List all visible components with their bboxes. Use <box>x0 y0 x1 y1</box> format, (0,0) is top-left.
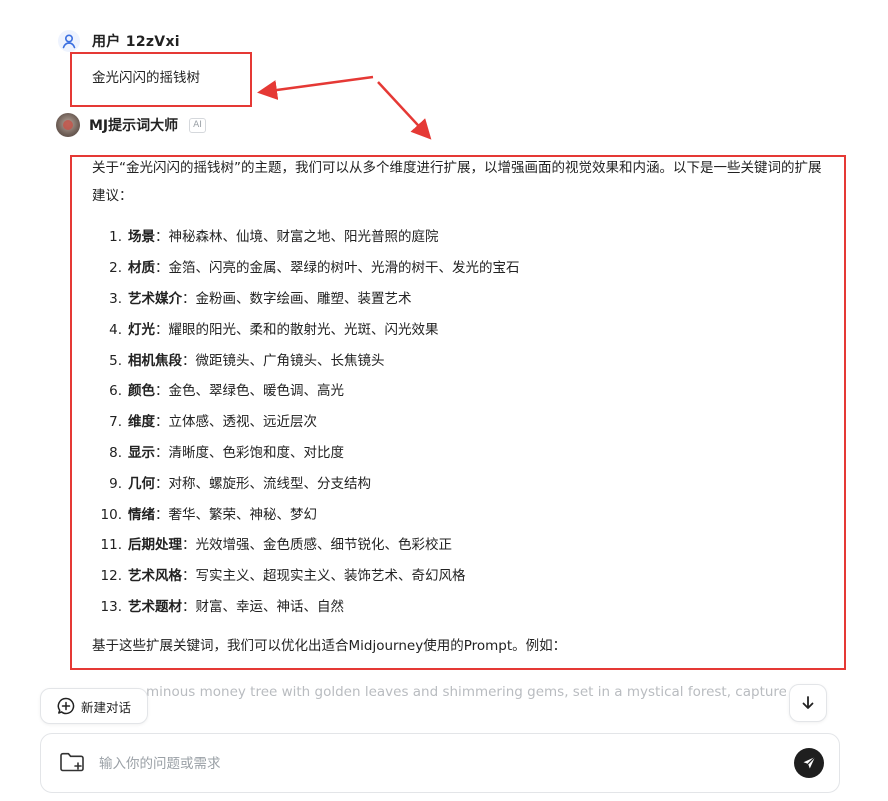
new-chat-label: 新建对话 <box>80 699 131 715</box>
arrow-to-bot-answer <box>377 81 432 140</box>
highlight-bot-answer <box>70 155 846 670</box>
bot-message-header: MJ提示词大师 AI <box>56 113 206 137</box>
person-icon <box>58 30 80 52</box>
highlight-user-message <box>70 52 252 107</box>
arrow-down-icon <box>802 696 814 709</box>
send-icon <box>803 756 816 769</box>
folder-icon[interactable] <box>59 751 85 773</box>
send-button[interactable] <box>794 748 824 778</box>
arrow-to-user-message <box>257 75 374 100</box>
user-name: 用户 12zVxi <box>92 34 180 50</box>
plus-chat-icon <box>57 697 75 715</box>
new-chat-button[interactable]: 新建对话 <box>40 688 148 724</box>
faded-prompt-text: minous money tree with golden leaves and… <box>146 684 786 700</box>
chat-input-box <box>40 733 840 793</box>
user-message-header: 用户 12zVxi <box>58 30 180 52</box>
ai-badge: AI <box>189 117 206 133</box>
chat-input[interactable] <box>97 748 741 780</box>
bot-name: MJ提示词大师 <box>89 118 179 134</box>
scroll-down-button[interactable] <box>789 684 827 722</box>
bot-avatar <box>56 113 80 137</box>
